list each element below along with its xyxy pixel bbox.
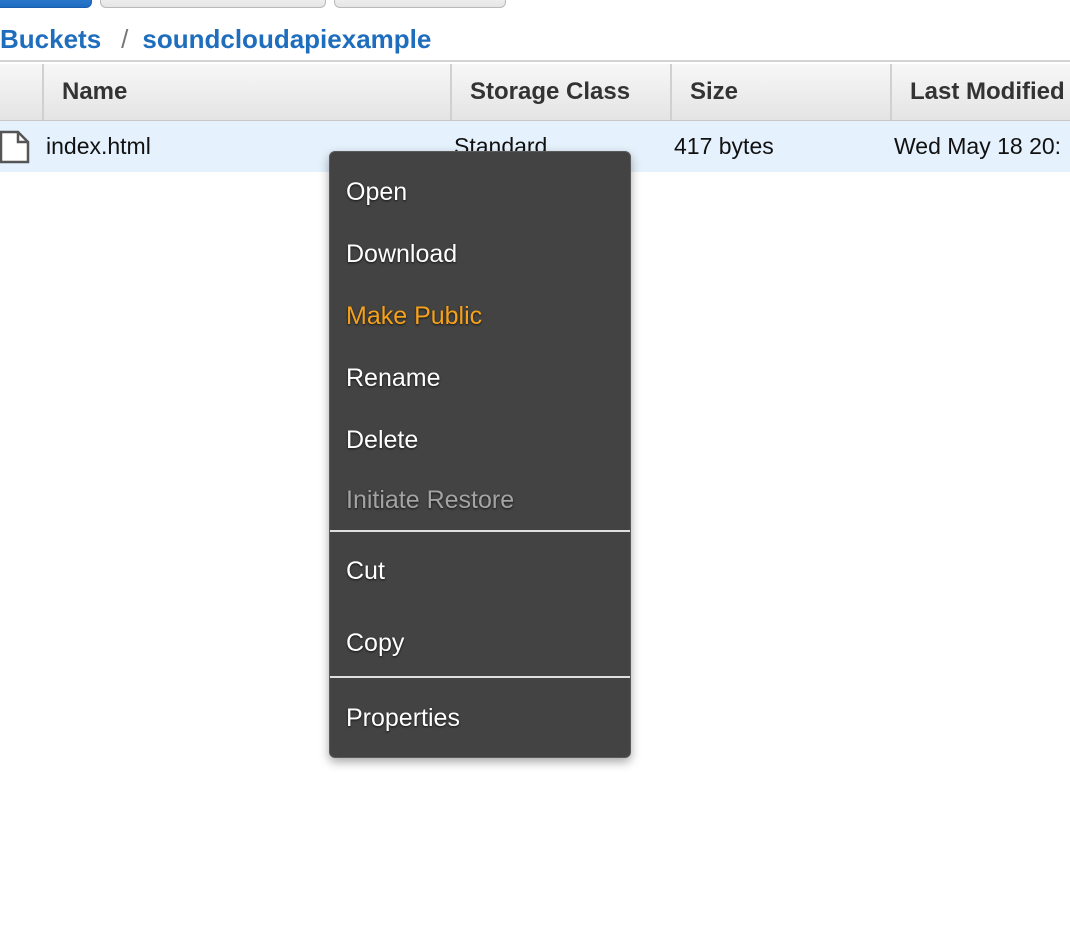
menu-item-delete[interactable]: Delete [346,420,616,460]
column-header-name[interactable]: Name [42,64,450,120]
menu-item-make-public[interactable]: Make Public [346,296,616,336]
toolbar-primary-button[interactable] [0,0,92,8]
breadcrumb: Buckets / soundcloudapiexample [0,22,431,56]
breadcrumb-buckets-link[interactable]: Buckets [0,24,101,55]
select-column-header[interactable] [0,64,42,120]
column-header-size[interactable]: Size [670,64,890,120]
menu-item-rename[interactable]: Rename [346,358,616,398]
divider [0,60,1070,62]
file-last-modified: Wed May 18 20: [894,133,1062,159]
context-menu: Open Download Make Public Rename Delete … [329,151,631,758]
menu-item-download[interactable]: Download [346,234,616,274]
file-size: 417 bytes [674,133,774,159]
column-header-storage-class[interactable]: Storage Class [450,64,670,120]
menu-separator [330,676,630,678]
menu-separator [330,530,630,532]
table-header: Name Storage Class Size Last Modified [0,64,1070,121]
menu-item-open[interactable]: Open [346,172,616,212]
breadcrumb-bucket-link[interactable]: soundcloudapiexample [142,24,431,55]
breadcrumb-separator: / [121,23,129,54]
s3-bucket-browser: Buckets / soundcloudapiexample Name Stor… [0,0,1070,942]
menu-item-properties[interactable]: Properties [346,698,616,738]
menu-item-copy[interactable]: Copy [346,623,616,663]
menu-item-cut[interactable]: Cut [346,551,616,591]
toolbar-button[interactable] [334,0,506,8]
file-icon [0,121,34,172]
column-header-last-modified[interactable]: Last Modified [890,64,1070,120]
menu-item-initiate-restore: Initiate Restore [346,485,515,514]
toolbar-button[interactable] [100,0,326,8]
